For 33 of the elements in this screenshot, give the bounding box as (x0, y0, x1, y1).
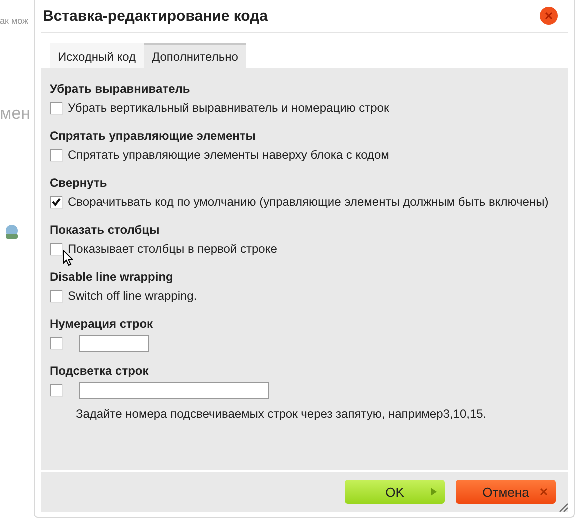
checkbox[interactable] (50, 336, 63, 350)
arrow-icon (431, 488, 437, 496)
close-icon (540, 488, 548, 496)
background-text: ак мож (0, 16, 30, 26)
input-field[interactable] (79, 334, 149, 352)
checkbox[interactable] (50, 384, 63, 396)
hint-text: Задайте номера подсвечиваемых строк через запятую, например3,10,15. (76, 407, 488, 421)
ok-button[interactable]: OK (345, 480, 445, 504)
checkbox[interactable] (50, 148, 63, 162)
section-heading: Disable line wrapping (50, 270, 174, 284)
checkbox-label: Убрать вертикальный выравниватель и номерацию строк (68, 101, 390, 115)
background-text: мен (0, 104, 32, 124)
section-heading: Убрать выравниватель (50, 82, 192, 96)
checkbox[interactable] (50, 242, 63, 256)
section-heading: Спрятать управляющие элементы (50, 129, 257, 143)
section-heading: Свернуть (50, 176, 108, 190)
close-icon[interactable] (540, 7, 558, 25)
cancel-button[interactable]: Отмена (456, 480, 556, 504)
checkbox-label: Показывает столбцы в первой строке (68, 242, 278, 256)
resize-grip-icon[interactable] (558, 502, 568, 512)
section-heading: Показать столбцы (50, 223, 161, 237)
section-heading: Подсветка строк (50, 364, 150, 378)
checkbox-label: Спрятать управляющие элементы наверху блока с кодом (68, 148, 390, 162)
checkbox[interactable] (50, 290, 63, 302)
checkbox[interactable] (50, 102, 63, 114)
checkbox-label: Сворачитьвать код по умолчанию (управляющие элементы должным быть включены) (68, 195, 549, 209)
tab[interactable]: Дополнительно (144, 43, 246, 68)
section-heading: Нумерация строк (50, 317, 154, 331)
dialog-title: Вставка-редактирование кода (43, 8, 268, 24)
input-field[interactable] (79, 382, 269, 398)
checkbox[interactable] (50, 196, 63, 208)
tab[interactable]: Исходный код (50, 43, 144, 68)
checkbox-label: Switch off line wrapping. (68, 289, 198, 303)
